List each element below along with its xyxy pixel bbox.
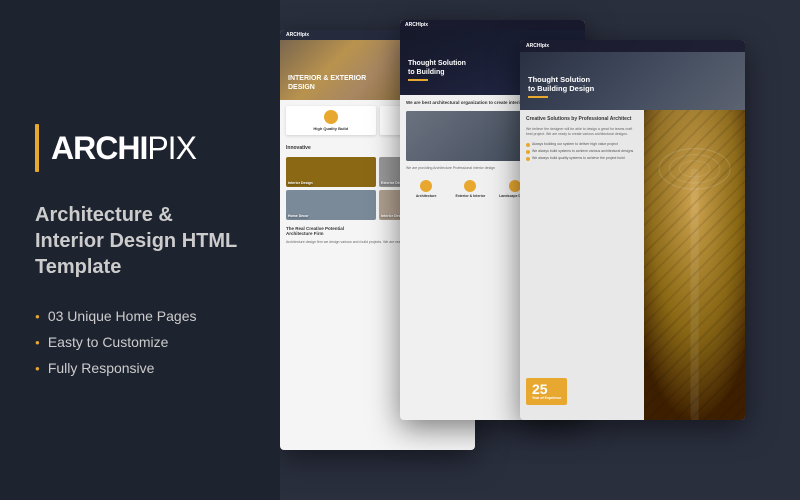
sc3-left-col: Creative Solutions by Professional Archi…: [520, 110, 644, 420]
sc1-grid-item-1: Interior Design: [286, 157, 376, 187]
sc2-accent-line: [408, 79, 428, 81]
logo-area: ARCHIPIX: [35, 124, 245, 172]
sc2-feat-icon-2: [464, 180, 476, 192]
sc1-card-1: High Quality Build: [286, 106, 376, 135]
sc3-content: Creative Solutions by Professional Archi…: [520, 110, 745, 420]
sc3-bullet-dot-1: [526, 143, 530, 147]
sc3-hero: ARCHIpix Thought Solutionto Building Des…: [520, 40, 745, 110]
sc1-grid-label-1: Interior Design: [288, 181, 313, 185]
sc3-bullet-1: Always building our system to deliver hi…: [526, 142, 638, 147]
sc2-logo: ARCHIpix: [405, 22, 428, 28]
sc2-feat-icon-3: [509, 180, 521, 192]
sc1-logo: ARCHIpix: [286, 32, 309, 38]
logo-text: ARCHIPIX: [51, 130, 196, 167]
right-panel: ARCHIpix INTERIOR & EXTERIORDESIGN High …: [280, 0, 800, 500]
sc3-bullet-text-3: We always build quality systems to achie…: [532, 156, 625, 161]
sc2-feat-text-1: Architecture: [406, 194, 446, 198]
feature-item-1: 03 Unique Home Pages: [35, 308, 245, 324]
sc3-right-col: [644, 110, 745, 420]
sc2-navbar: ARCHIpix: [400, 20, 585, 30]
feature-item-2: Easty to Customize: [35, 334, 245, 350]
sc1-card-icon-1: [324, 110, 338, 124]
tagline: Architecture & Interior Design HTML Temp…: [35, 202, 245, 280]
sc1-card-label-1: High Quality Build: [290, 126, 372, 131]
sc3-section-title: Creative Solutions by Professional Archi…: [526, 116, 638, 123]
logo-accent-bar: [35, 124, 39, 172]
sc3-badge-text: Year of Exprience: [532, 396, 561, 401]
sc3-badge-number: 25: [532, 382, 561, 396]
features-list: 03 Unique Home Pages Easty to Customize …: [35, 308, 245, 376]
sc3-bullet-2: We always build systems to achieve vario…: [526, 149, 638, 154]
logo-archi: ARCHI: [51, 130, 147, 166]
sc3-bullet-dot-3: [526, 157, 530, 161]
logo-pix: PIX: [147, 130, 196, 166]
sc3-hero-accent: [528, 96, 548, 98]
sc3-body-text: We believe the designer will be able to …: [526, 127, 638, 138]
sc3-staircase-overlay: [644, 110, 745, 420]
sc2-hero-title: Thought Solutionto Building: [408, 59, 466, 83]
sc3-bullet-3: We always build quality systems to achie…: [526, 156, 638, 161]
feature-item-3: Fully Responsive: [35, 360, 245, 376]
sc3-navbar: ARCHIpix: [520, 40, 745, 52]
sc3-bullet-dot-2: [526, 150, 530, 154]
sc1-grid-label-3: Home Decor: [288, 214, 309, 218]
sc1-hero-text: INTERIOR & EXTERIORDESIGN: [288, 75, 366, 92]
screenshots-container: ARCHIpix INTERIOR & EXTERIORDESIGN High …: [280, 10, 800, 490]
sc3-bullet-text-1: Always building our system to deliver hi…: [532, 142, 618, 147]
sc2-feat-text-2: Exterior & Interior: [450, 194, 490, 198]
screenshot-3: ARCHIpix Thought Solutionto Building Des…: [520, 40, 745, 420]
sc3-logo: ARCHIpix: [526, 43, 549, 49]
sc2-feat-2: Exterior & Interior: [450, 180, 490, 198]
sc3-badge: 25 Year of Exprience: [526, 378, 567, 405]
left-panel: ARCHIPIX Architecture & Interior Design …: [0, 0, 280, 500]
sc2-feat-icon-1: [420, 180, 432, 192]
sc3-bullet-text-2: We always build systems to achieve vario…: [532, 149, 633, 154]
sc2-feat-1: Architecture: [406, 180, 446, 198]
sc3-hero-title: Thought Solutionto Building Design: [528, 75, 594, 101]
sc3-staircase-image: [644, 110, 745, 420]
sc1-grid-item-3: Home Decor: [286, 190, 376, 220]
